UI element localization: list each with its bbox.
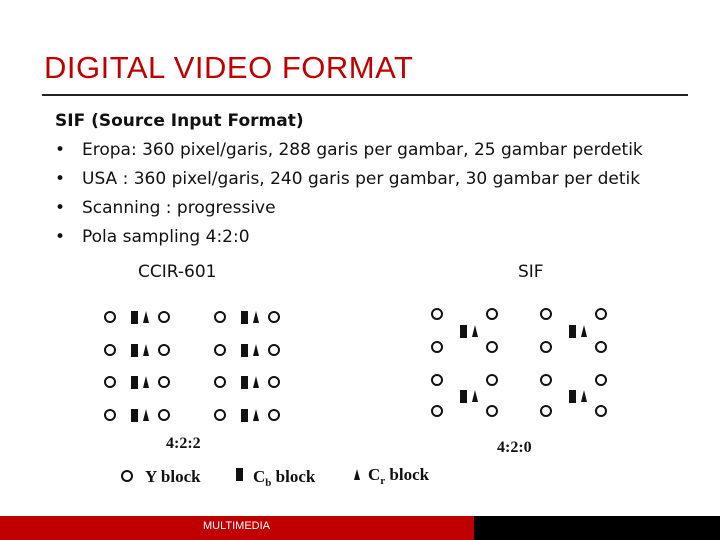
y-sample-icon [268, 376, 280, 388]
cr-sample-icon [143, 311, 149, 323]
y-sample-icon [486, 405, 498, 417]
cr-block-legend-icon [354, 469, 360, 480]
y-sample-icon [158, 409, 170, 421]
cr-sample-icon [253, 311, 259, 323]
cr-sample-icon [143, 344, 149, 356]
y-sample-icon [431, 374, 443, 386]
y-sample-icon [540, 405, 552, 417]
cb-sample-icon [241, 376, 248, 389]
y-sample-icon [214, 344, 226, 356]
cr-sample-icon [253, 376, 259, 388]
cb-sample-icon [569, 325, 576, 338]
y-sample-icon [486, 308, 498, 320]
cb-sample-icon [569, 390, 576, 403]
cb-sample-icon [460, 390, 467, 403]
y-sample-icon [486, 341, 498, 353]
cr-sample-icon [472, 325, 478, 337]
y-sample-icon [214, 409, 226, 421]
cb-sample-icon [241, 311, 248, 324]
y-sample-icon [431, 308, 443, 320]
footer-bar-dark [474, 516, 720, 540]
cr-sample-icon [253, 409, 259, 421]
cb-sample-icon [131, 311, 138, 324]
y-sample-icon [486, 374, 498, 386]
y-sample-icon [540, 341, 552, 353]
cb-sample-icon [131, 409, 138, 422]
y-sample-icon [104, 409, 116, 421]
y-sample-icon [214, 311, 226, 323]
cb-block-legend-icon [236, 468, 243, 481]
y-sample-icon [268, 409, 280, 421]
y-sample-icon [431, 405, 443, 417]
y-sample-icon [158, 311, 170, 323]
y-sample-icon [268, 344, 280, 356]
y-sample-icon [104, 344, 116, 356]
cb-sample-icon [241, 344, 248, 357]
cr-sample-icon [581, 390, 587, 402]
cr-sample-icon [253, 344, 259, 356]
cr-sample-icon [143, 376, 149, 388]
y-sample-icon [214, 376, 226, 388]
cb-sample-icon [131, 344, 138, 357]
y-sample-icon [158, 344, 170, 356]
y-sample-icon [595, 374, 607, 386]
legend-cr-block: Cr block [368, 465, 430, 487]
cr-sample-icon [472, 390, 478, 402]
cr-sample-icon [581, 325, 587, 337]
y-sample-icon [595, 405, 607, 417]
y-sample-icon [431, 341, 443, 353]
y-sample-icon [158, 376, 170, 388]
y-sample-icon [104, 311, 116, 323]
cb-sample-icon [131, 376, 138, 389]
caption-420: 4:2:0 [497, 439, 532, 456]
sampling-diagram: 4:2:2 4:2:0 Y block Cb block Cr block [104, 308, 607, 489]
y-sample-icon [595, 341, 607, 353]
legend-y-block: Y block [145, 467, 201, 486]
y-sample-icon [595, 308, 607, 320]
y-sample-icon [540, 308, 552, 320]
caption-422: 4:2:2 [166, 435, 201, 452]
y-sample-icon [540, 374, 552, 386]
footer-text: MULTIMEDIA [203, 520, 271, 532]
y-sample-icon [268, 311, 280, 323]
legend-cb-block: Cb block [253, 467, 316, 489]
y-sample-icon [104, 376, 116, 388]
cb-sample-icon [460, 325, 467, 338]
cr-sample-icon [143, 409, 149, 421]
y-block-legend-icon [121, 470, 133, 482]
cb-sample-icon [241, 409, 248, 422]
